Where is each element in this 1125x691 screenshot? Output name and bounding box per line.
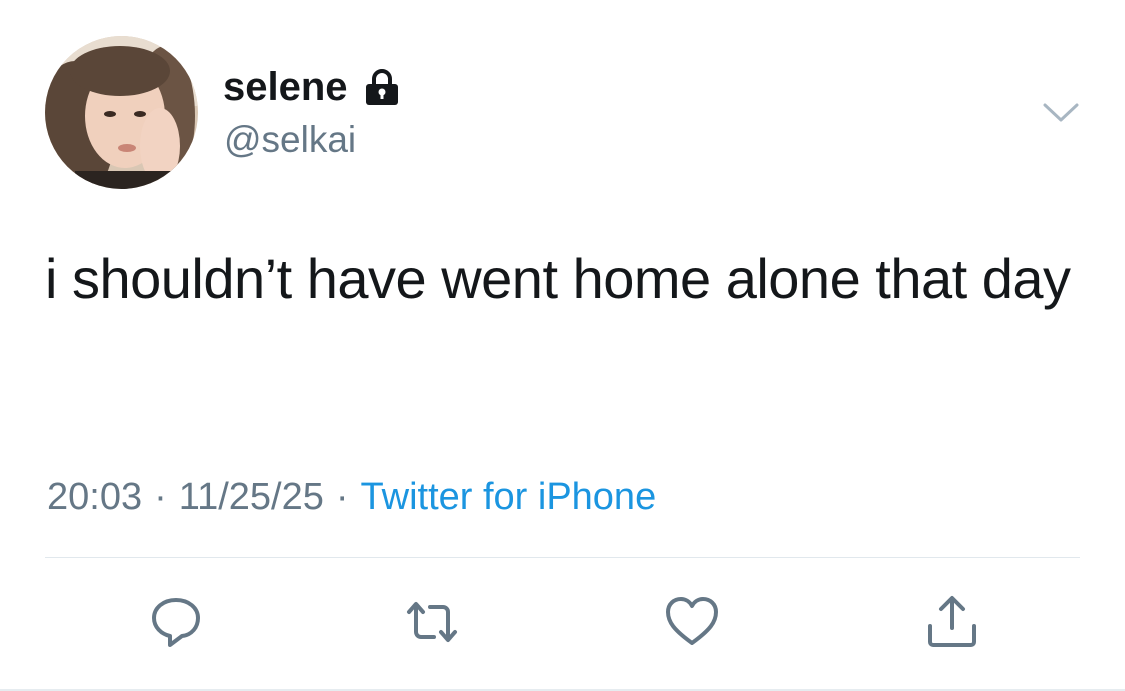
like-icon [666,597,718,645]
avatar[interactable] [45,36,198,189]
share-button[interactable] [924,594,980,650]
avatar-photo [45,36,198,189]
tweet-text: i shouldn’t have went home alone that da… [45,247,1071,310]
divider [45,557,1080,558]
meta-separator: · [335,476,349,518]
meta-separator: · [154,476,167,518]
display-name[interactable]: selene [223,63,348,111]
reply-button[interactable] [148,594,204,650]
lock-icon [365,69,398,105]
display-name-row: selene [223,63,402,111]
chevron-down-icon[interactable] [1041,98,1081,128]
like-button[interactable] [664,594,720,650]
tweet-time: 20:03 [47,476,143,518]
retweet-button[interactable] [404,594,460,650]
tweet-date: 11/25/25 [178,476,324,518]
tweet-source-link[interactable]: Twitter for iPhone [361,476,657,518]
share-icon [928,596,976,647]
reply-icon [152,598,200,647]
user-handle[interactable]: @selkai [224,117,356,163]
retweet-icon [407,602,457,642]
tweet-meta: 20:03 · 11/25/25 · Twitter for iPhone [47,474,656,520]
